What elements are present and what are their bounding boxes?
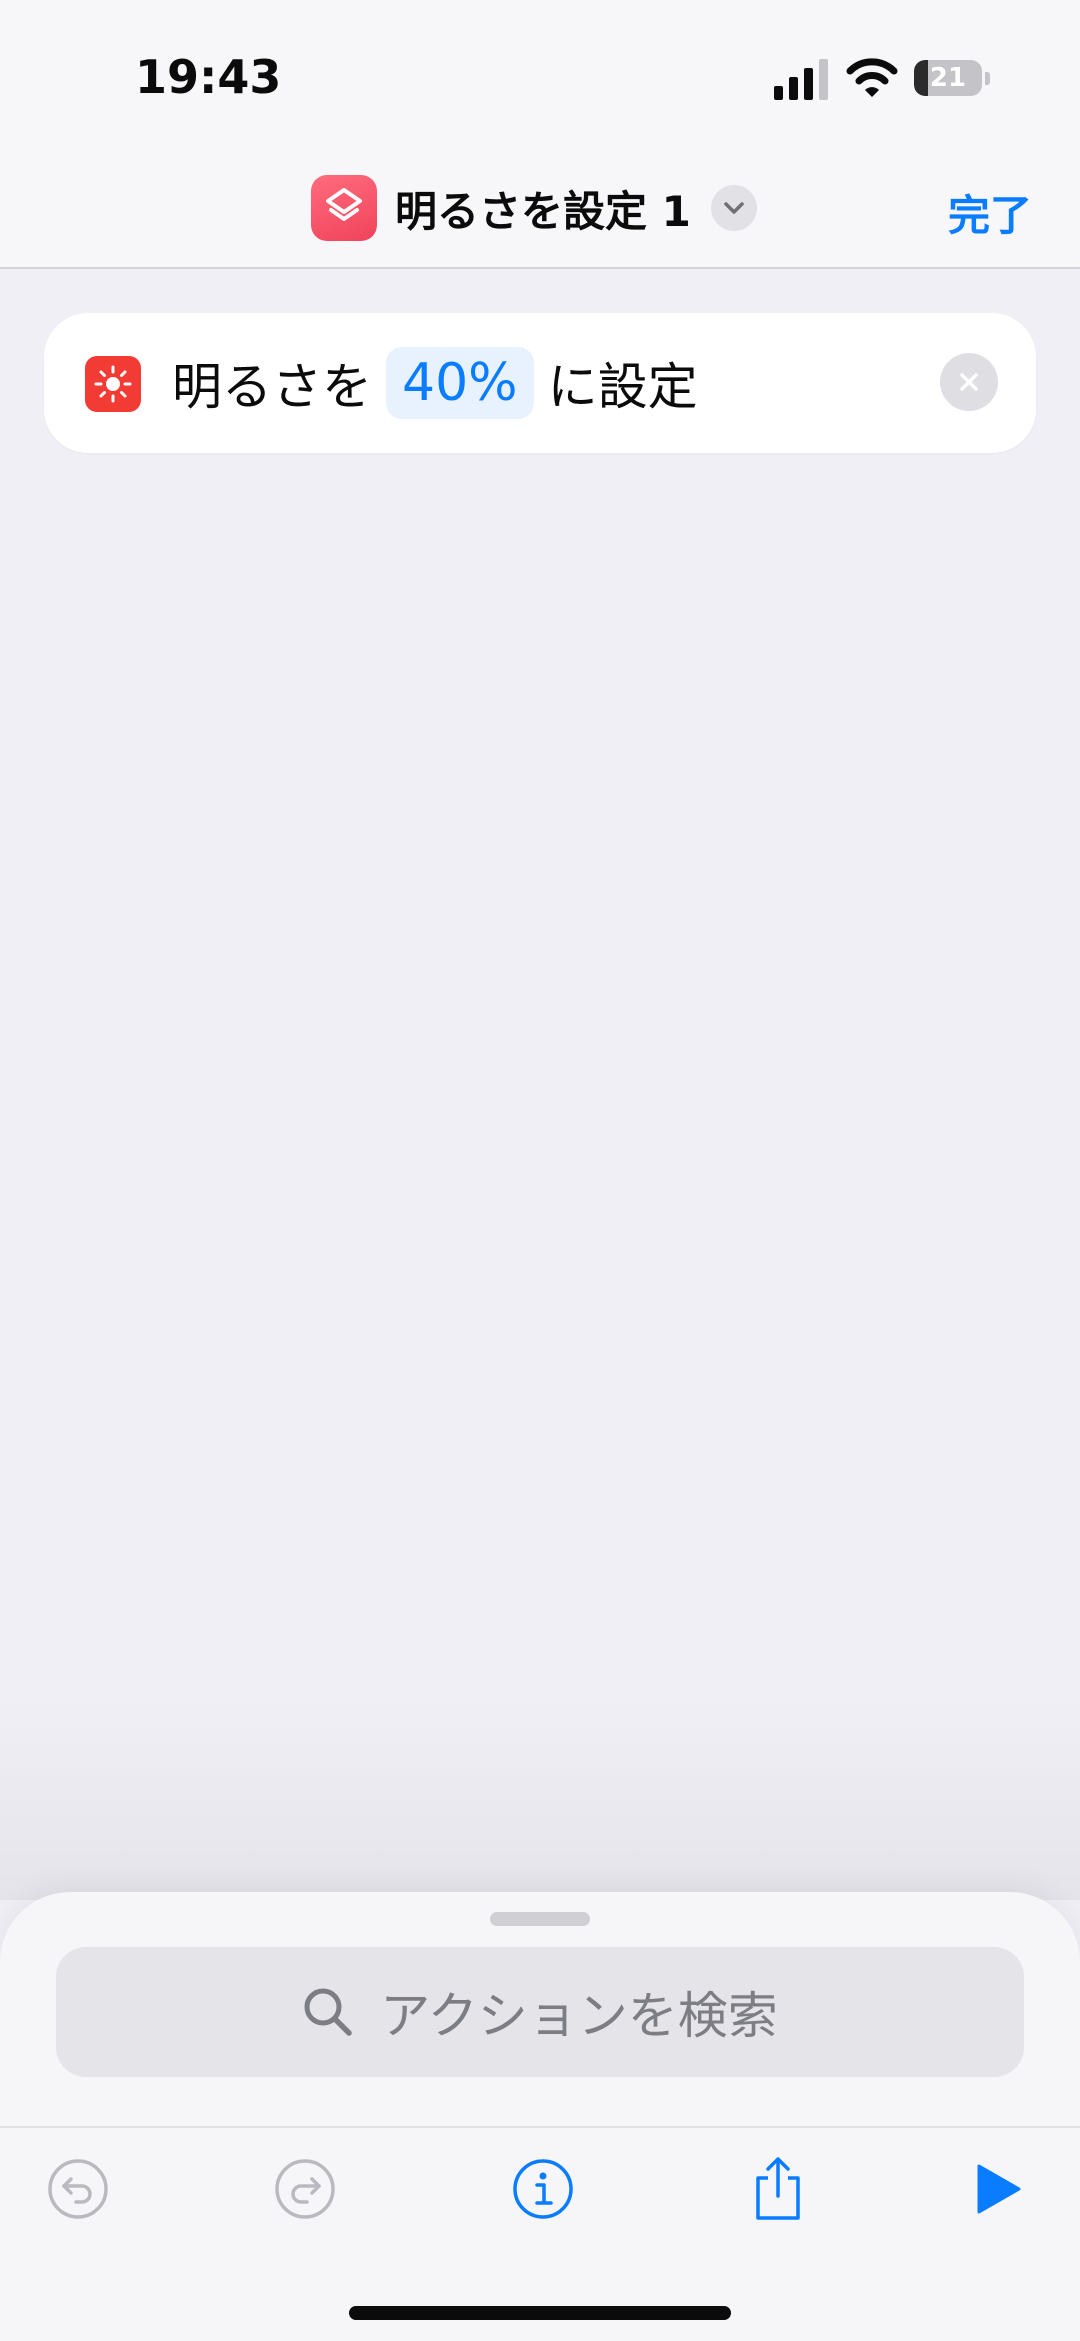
brightness-parameter-token[interactable]: 40% — [386, 347, 534, 419]
battery-body: 21 — [914, 60, 982, 96]
signal-icon — [774, 59, 828, 100]
redo-icon — [275, 2159, 335, 2219]
run-button[interactable] — [962, 2154, 1032, 2224]
sheet-grabber[interactable] — [490, 1912, 590, 1926]
shortcut-title[interactable]: 明るさを設定 1 — [395, 178, 691, 239]
info-icon — [513, 2159, 573, 2219]
shortcut-title-menu[interactable]: 明るさを設定 1 — [311, 175, 757, 241]
chevron-down-icon[interactable] — [710, 185, 757, 231]
brightness-icon — [85, 356, 141, 412]
home-indicator — [349, 2306, 731, 2320]
done-button[interactable]: 完了 — [948, 182, 1032, 243]
redo-button[interactable] — [270, 2154, 340, 2224]
action-prefix: 明るさを — [172, 358, 372, 416]
undo-button[interactable] — [43, 2154, 113, 2224]
search-placeholder: アクションを検索 — [380, 1987, 778, 2045]
battery-icon: 21 — [914, 56, 990, 100]
action-text: 明るさを 40% に設定 — [172, 313, 698, 453]
shortcut-editor-screen: 19:43 21 明るさを設定 1 完了 明るさを 40% に設定 アクションを… — [0, 0, 1080, 2341]
status-time: 19:43 — [135, 50, 282, 104]
remove-icon — [960, 373, 978, 391]
battery-level: 21 — [929, 63, 967, 93]
search-icon — [304, 1988, 352, 2036]
shortcuts-app-icon — [311, 175, 377, 241]
undo-icon — [48, 2159, 108, 2219]
action-search-sheet: アクションを検索 — [0, 1892, 1080, 2341]
share-button[interactable] — [743, 2154, 813, 2224]
info-button[interactable] — [508, 2154, 578, 2224]
action-search-field[interactable]: アクションを検索 — [56, 1947, 1024, 2077]
status-bar: 19:43 21 — [0, 0, 1080, 150]
action-suffix: に設定 — [547, 358, 698, 416]
action-card-set-brightness[interactable]: 明るさを 40% に設定 — [44, 313, 1036, 453]
wifi-icon — [846, 58, 898, 97]
play-icon — [977, 2164, 1021, 2214]
remove-action-button[interactable] — [940, 353, 998, 411]
share-icon — [756, 2157, 800, 2220]
battery-cap — [985, 72, 990, 85]
nav-bar: 明るさを設定 1 完了 — [0, 150, 1080, 269]
toolbar-divider — [0, 2126, 1080, 2128]
sheet-shadow — [0, 1700, 1080, 1900]
layers-icon — [326, 188, 362, 221]
